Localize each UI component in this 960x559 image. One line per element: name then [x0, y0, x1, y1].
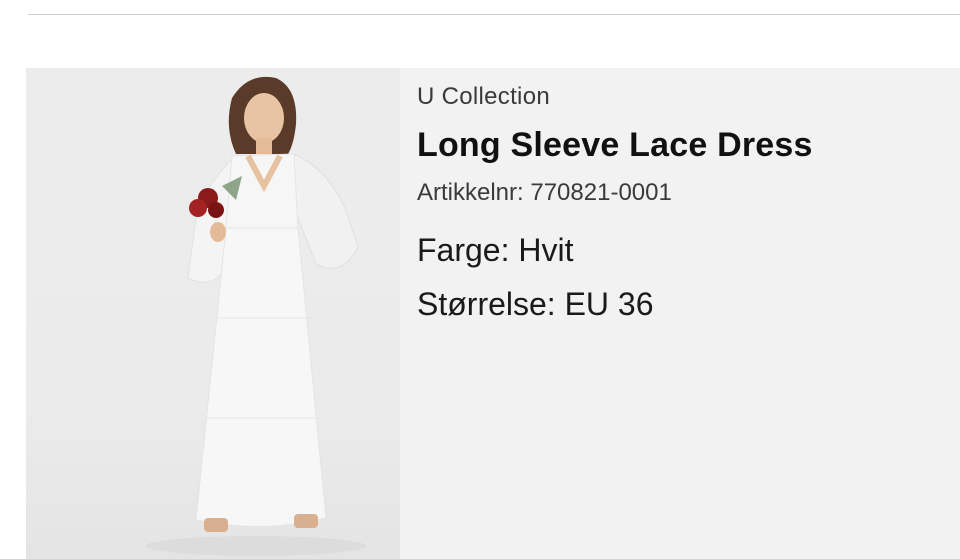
article-number-label: Artikkelnr:: [417, 179, 524, 206]
color-label: Farge:: [417, 232, 510, 268]
size-value: EU 36: [564, 286, 654, 322]
size-label: Størrelse:: [417, 286, 556, 322]
product-image[interactable]: [26, 68, 400, 559]
product-card: U Collection Long Sleeve Lace Dress Arti…: [26, 68, 960, 559]
brand-name[interactable]: U Collection: [417, 82, 813, 112]
color-row: Farge: Hvit: [417, 230, 813, 270]
article-number-value: 770821-0001: [530, 179, 672, 206]
color-value: Hvit: [518, 232, 574, 268]
product-info: U Collection Long Sleeve Lace Dress Arti…: [400, 68, 813, 559]
top-divider: [28, 14, 960, 15]
size-row: Størrelse: EU 36: [417, 284, 813, 324]
product-title[interactable]: Long Sleeve Lace Dress: [417, 126, 813, 164]
model-photo: [146, 76, 366, 556]
article-number-row: Artikkelnr: 770821-0001: [417, 178, 813, 208]
